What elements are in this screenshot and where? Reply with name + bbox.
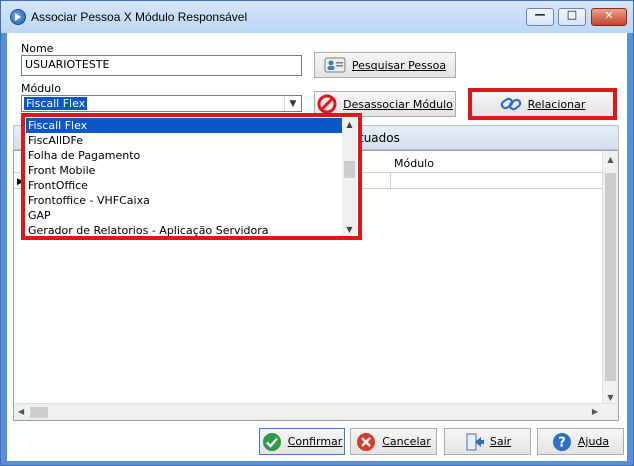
maximize-button[interactable]: □ (558, 8, 586, 26)
hscroll-thumb[interactable] (30, 407, 48, 418)
check-icon (262, 432, 281, 451)
pesquisar-pessoa-label: Pesquisar Pessoa (351, 58, 447, 72)
exit-door-icon (466, 433, 484, 450)
scroll-right-icon[interactable]: ▶ (592, 407, 598, 416)
list-item[interactable]: Fiscall Flex (26, 118, 342, 133)
close-icon: ✕ (604, 9, 614, 22)
scroll-up-icon[interactable]: ▲ (342, 120, 357, 129)
grid-horizontal-scrollbar[interactable]: ◀ ▶ (14, 403, 618, 420)
dropdown-items: Fiscall Flex FiscAllDFe Folha de Pagamen… (26, 118, 342, 238)
sair-label: Sair (489, 435, 512, 448)
svg-text:?: ? (558, 435, 566, 450)
app-icon (10, 9, 26, 25)
title-bar[interactable]: Associar Pessoa X Módulo Responsável — □… (1, 1, 633, 33)
scroll-up-icon[interactable]: ▲ (603, 155, 618, 164)
modulo-selected-value: Fiscall Flex (24, 97, 88, 110)
minimize-button[interactable]: — (526, 8, 554, 26)
scroll-thumb[interactable] (605, 173, 616, 381)
column-divider (390, 173, 391, 189)
list-item[interactable]: Folha de Pagamento (26, 148, 342, 163)
chevron-down-icon[interactable]: ▼ (284, 96, 301, 111)
dialog-client: Nome USUARIOTESTE Pesquisar Pessoa Módul… (7, 33, 627, 461)
desassociar-modulo-label: Desassociar Módulo (343, 97, 453, 111)
cancelar-label: Cancelar (382, 435, 431, 448)
list-item[interactable]: Front Mobile (26, 163, 342, 178)
relacionar-label: Relacionar (527, 97, 586, 111)
dropdown-scrollbar[interactable]: ▲ ▼ (342, 118, 357, 235)
scroll-left-icon[interactable]: ◀ (18, 407, 24, 416)
minimize-icon: — (534, 8, 546, 21)
modulo-label: Módulo (21, 82, 61, 95)
confirmar-label: Confirmar (287, 435, 343, 448)
pesquisar-pessoa-button[interactable]: Pesquisar Pessoa (314, 52, 456, 78)
person-card-icon (324, 57, 346, 73)
modulo-select[interactable]: Fiscall Flex ▼ (21, 95, 302, 112)
list-item[interactable]: GAP (26, 208, 342, 223)
ajuda-label: Ajuda (577, 435, 610, 448)
cancelar-button[interactable]: Cancelar (350, 428, 437, 455)
confirmar-button[interactable]: Confirmar (259, 428, 345, 455)
list-item[interactable]: Frontoffice - VHFCaixa (26, 193, 342, 208)
close-button[interactable]: ✕ (591, 8, 627, 26)
scroll-down-icon[interactable]: ▼ (342, 225, 357, 234)
link-icon (500, 97, 521, 111)
help-icon: ? (552, 432, 571, 451)
scroll-thumb[interactable] (344, 161, 355, 178)
modulo-dropdown-list[interactable]: Fiscall Flex FiscAllDFe Folha de Pagamen… (21, 113, 362, 240)
list-item[interactable]: FrontOffice (26, 178, 342, 193)
sair-button[interactable]: Sair (444, 428, 531, 455)
tab-associados-label[interactable]: tuados (359, 131, 400, 145)
nome-label: Nome (21, 42, 54, 55)
no-entry-icon (317, 94, 337, 114)
nome-input[interactable]: USUARIOTESTE (21, 55, 302, 76)
dialog-window: Associar Pessoa X Módulo Responsável — □… (0, 0, 634, 466)
scroll-down-icon[interactable]: ▼ (603, 393, 618, 402)
column-header-modulo[interactable]: Módulo (394, 157, 434, 170)
list-item[interactable]: Gerador de Relatorios - Aplicação Servid… (26, 223, 342, 238)
cancel-icon (357, 432, 376, 451)
ajuda-button[interactable]: ? Ajuda (537, 428, 624, 455)
maximize-icon: □ (566, 8, 578, 21)
window-title: Associar Pessoa X Módulo Responsável (31, 10, 248, 24)
relacionar-button[interactable]: Relacionar (468, 88, 617, 120)
grid-vertical-scrollbar[interactable]: ▲ ▼ (602, 151, 618, 404)
list-item[interactable]: FiscAllDFe (26, 133, 342, 148)
